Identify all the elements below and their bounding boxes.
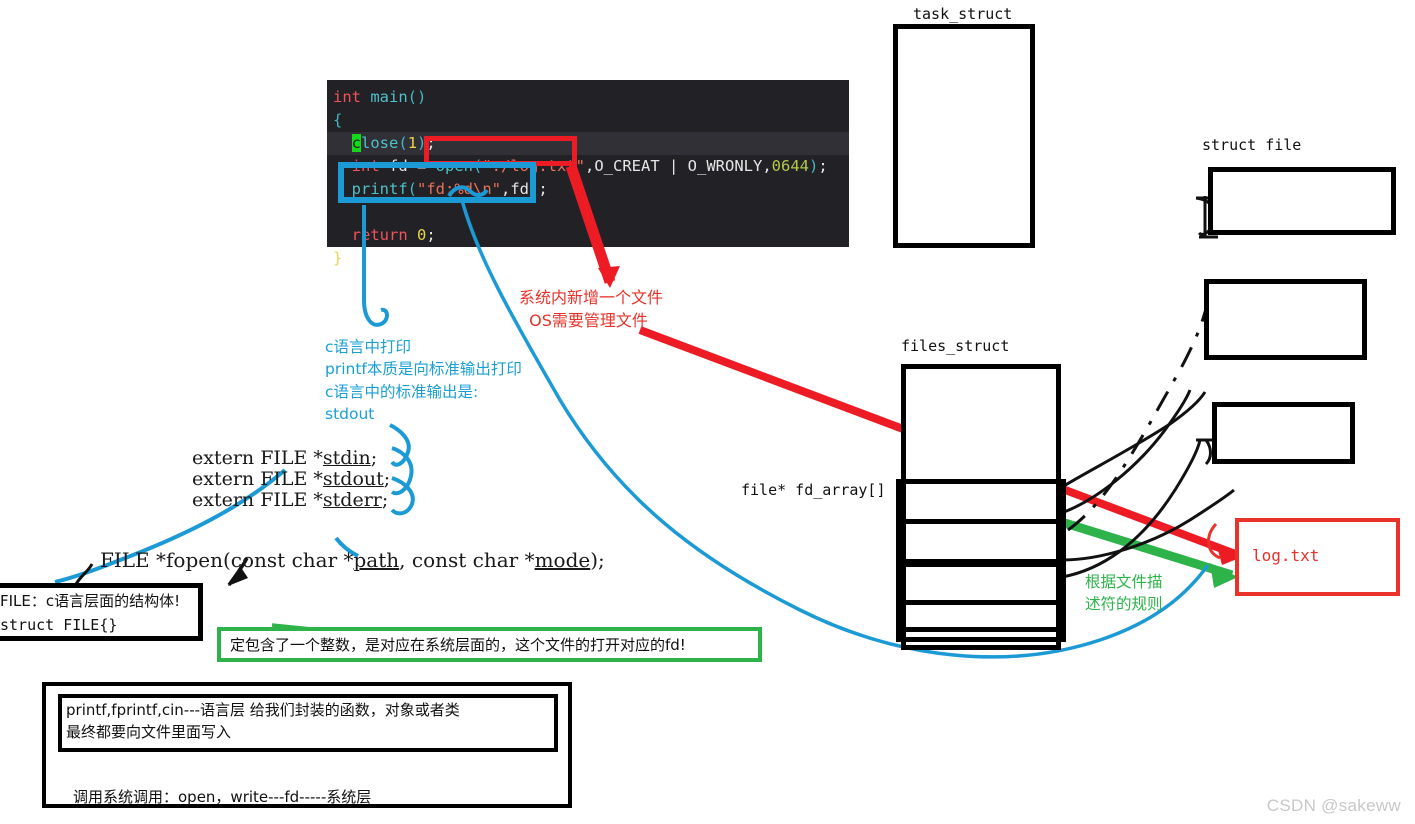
code-token: , bbox=[585, 157, 595, 175]
code-token: ; bbox=[538, 180, 548, 198]
code-token: main bbox=[370, 88, 408, 106]
black-dashed-link-fd2-to-file2 bbox=[1067, 299, 1210, 532]
bottom-summary-line2: 最终都要向文件里面写入 bbox=[66, 723, 232, 741]
code-token: } bbox=[333, 249, 343, 267]
code-token: O_CREAT | O_WRONLY, bbox=[594, 157, 772, 175]
green-note-box-text: 定包含了一个整数，是对应在系统层面的，这个文件的打开对应的fd! bbox=[230, 636, 686, 654]
files-struct-divider bbox=[901, 562, 1061, 567]
black-link-fd3-to-file3 bbox=[1061, 439, 1202, 579]
extern-stdin-prefix: extern FILE * bbox=[192, 447, 323, 469]
struct-file-box-2 bbox=[1204, 279, 1367, 360]
fopen-signature-line: FILE *fopen(const char *path, const char… bbox=[100, 548, 605, 572]
fd-array-divider bbox=[896, 519, 1066, 524]
fopen-suffix: ); bbox=[590, 548, 605, 572]
extern-stdout-line: extern FILE *stdout; bbox=[192, 468, 391, 490]
extern-stdout-name: stdout bbox=[322, 468, 384, 490]
code-token: { bbox=[333, 111, 343, 129]
fopen-param-mode: mode bbox=[534, 548, 591, 572]
red-curl-near-logtxt bbox=[1207, 522, 1221, 560]
blue-curve-stdout-hook bbox=[389, 423, 411, 467]
struct-file-box-1 bbox=[1208, 167, 1396, 235]
code-token: return bbox=[351, 226, 408, 244]
csdn-watermark: CSDN @sakeww bbox=[1266, 796, 1401, 815]
green-line-arrowhead bbox=[1210, 563, 1238, 588]
blue-bracket-right-bottom bbox=[390, 476, 415, 516]
code-token: lose bbox=[361, 134, 399, 152]
fopen-param-path: path bbox=[353, 548, 400, 572]
bottom-summary-line3: 调用系统调用：open，write---fd-----系统层 bbox=[73, 788, 372, 806]
blue-bracket-right-top bbox=[390, 446, 414, 496]
code-line: return 0; bbox=[327, 224, 849, 247]
fopen-mid: , const char * bbox=[399, 548, 535, 572]
struct-file-box-3 bbox=[1212, 402, 1355, 464]
code-line: { bbox=[327, 109, 849, 132]
file-struct-note-line2: struct FILE{} bbox=[0, 616, 118, 634]
code-token: int bbox=[333, 88, 361, 106]
blue-highlight-printf-call bbox=[338, 162, 536, 203]
fd-array-divider bbox=[896, 479, 1066, 484]
black-hook-file3-curl bbox=[1204, 439, 1212, 466]
struct-file-label: struct file bbox=[1202, 136, 1302, 154]
code-token: ; bbox=[818, 157, 828, 175]
red-annotation-note: 系统内新增一个文件 OS需要管理文件 bbox=[519, 288, 664, 331]
fopen-prefix: FILE *fopen(const char * bbox=[100, 548, 354, 572]
code-token: ( bbox=[398, 134, 408, 152]
bottom-summary-line1: printf,fprintf,cin---语言层 给我们封装的函数，对象或者类 bbox=[66, 701, 460, 719]
green-line-fdarray-to-logtxt bbox=[1050, 514, 1234, 580]
extern-stdout-prefix: extern FILE * bbox=[192, 468, 323, 490]
extern-stdin-line: extern FILE *stdin; bbox=[192, 447, 378, 469]
code-line: int main() bbox=[327, 86, 849, 109]
files-struct-label: files_struct bbox=[901, 337, 1010, 355]
code-token: c bbox=[351, 134, 362, 152]
code-token: ) bbox=[808, 157, 819, 175]
code-line: } bbox=[327, 247, 849, 270]
extern-stdin-name: stdin bbox=[322, 447, 371, 469]
extern-stderr-name: stderr bbox=[322, 489, 382, 511]
green-annotation-note: 根据文件描 述符的规则 bbox=[1085, 573, 1163, 614]
extern-stderr-line: extern FILE *stderr; bbox=[192, 489, 389, 511]
code-token: () bbox=[407, 88, 427, 106]
code-token: ; bbox=[426, 226, 436, 244]
code-token: 1 bbox=[407, 134, 418, 152]
fd-array-label: file* fd_array[] bbox=[741, 481, 886, 499]
files-struct-divider bbox=[901, 600, 1061, 605]
extern-stderr-prefix: extern FILE * bbox=[192, 489, 323, 511]
task-struct-box bbox=[893, 24, 1035, 248]
code-token: 0644 bbox=[771, 157, 809, 175]
files-struct-divider bbox=[901, 627, 1061, 632]
black-link-fd1-to-file2 bbox=[1063, 389, 1192, 514]
code-token: 0 bbox=[417, 226, 427, 244]
file-struct-note-line1: FILE：c语言层面的结构体! bbox=[0, 592, 181, 610]
blue-annotation-note: c语言中打印 printf本质是向标准输出打印 c语言中的标准输出是: stdo… bbox=[325, 338, 522, 424]
task-struct-label: task_struct bbox=[913, 5, 1013, 23]
code-line: close(1); bbox=[327, 132, 849, 155]
black-link-fd0-to-file1 bbox=[1061, 391, 1207, 489]
logtxt-label: log.txt bbox=[1252, 546, 1320, 565]
black-link-to-logtxt-region bbox=[1061, 488, 1235, 562]
